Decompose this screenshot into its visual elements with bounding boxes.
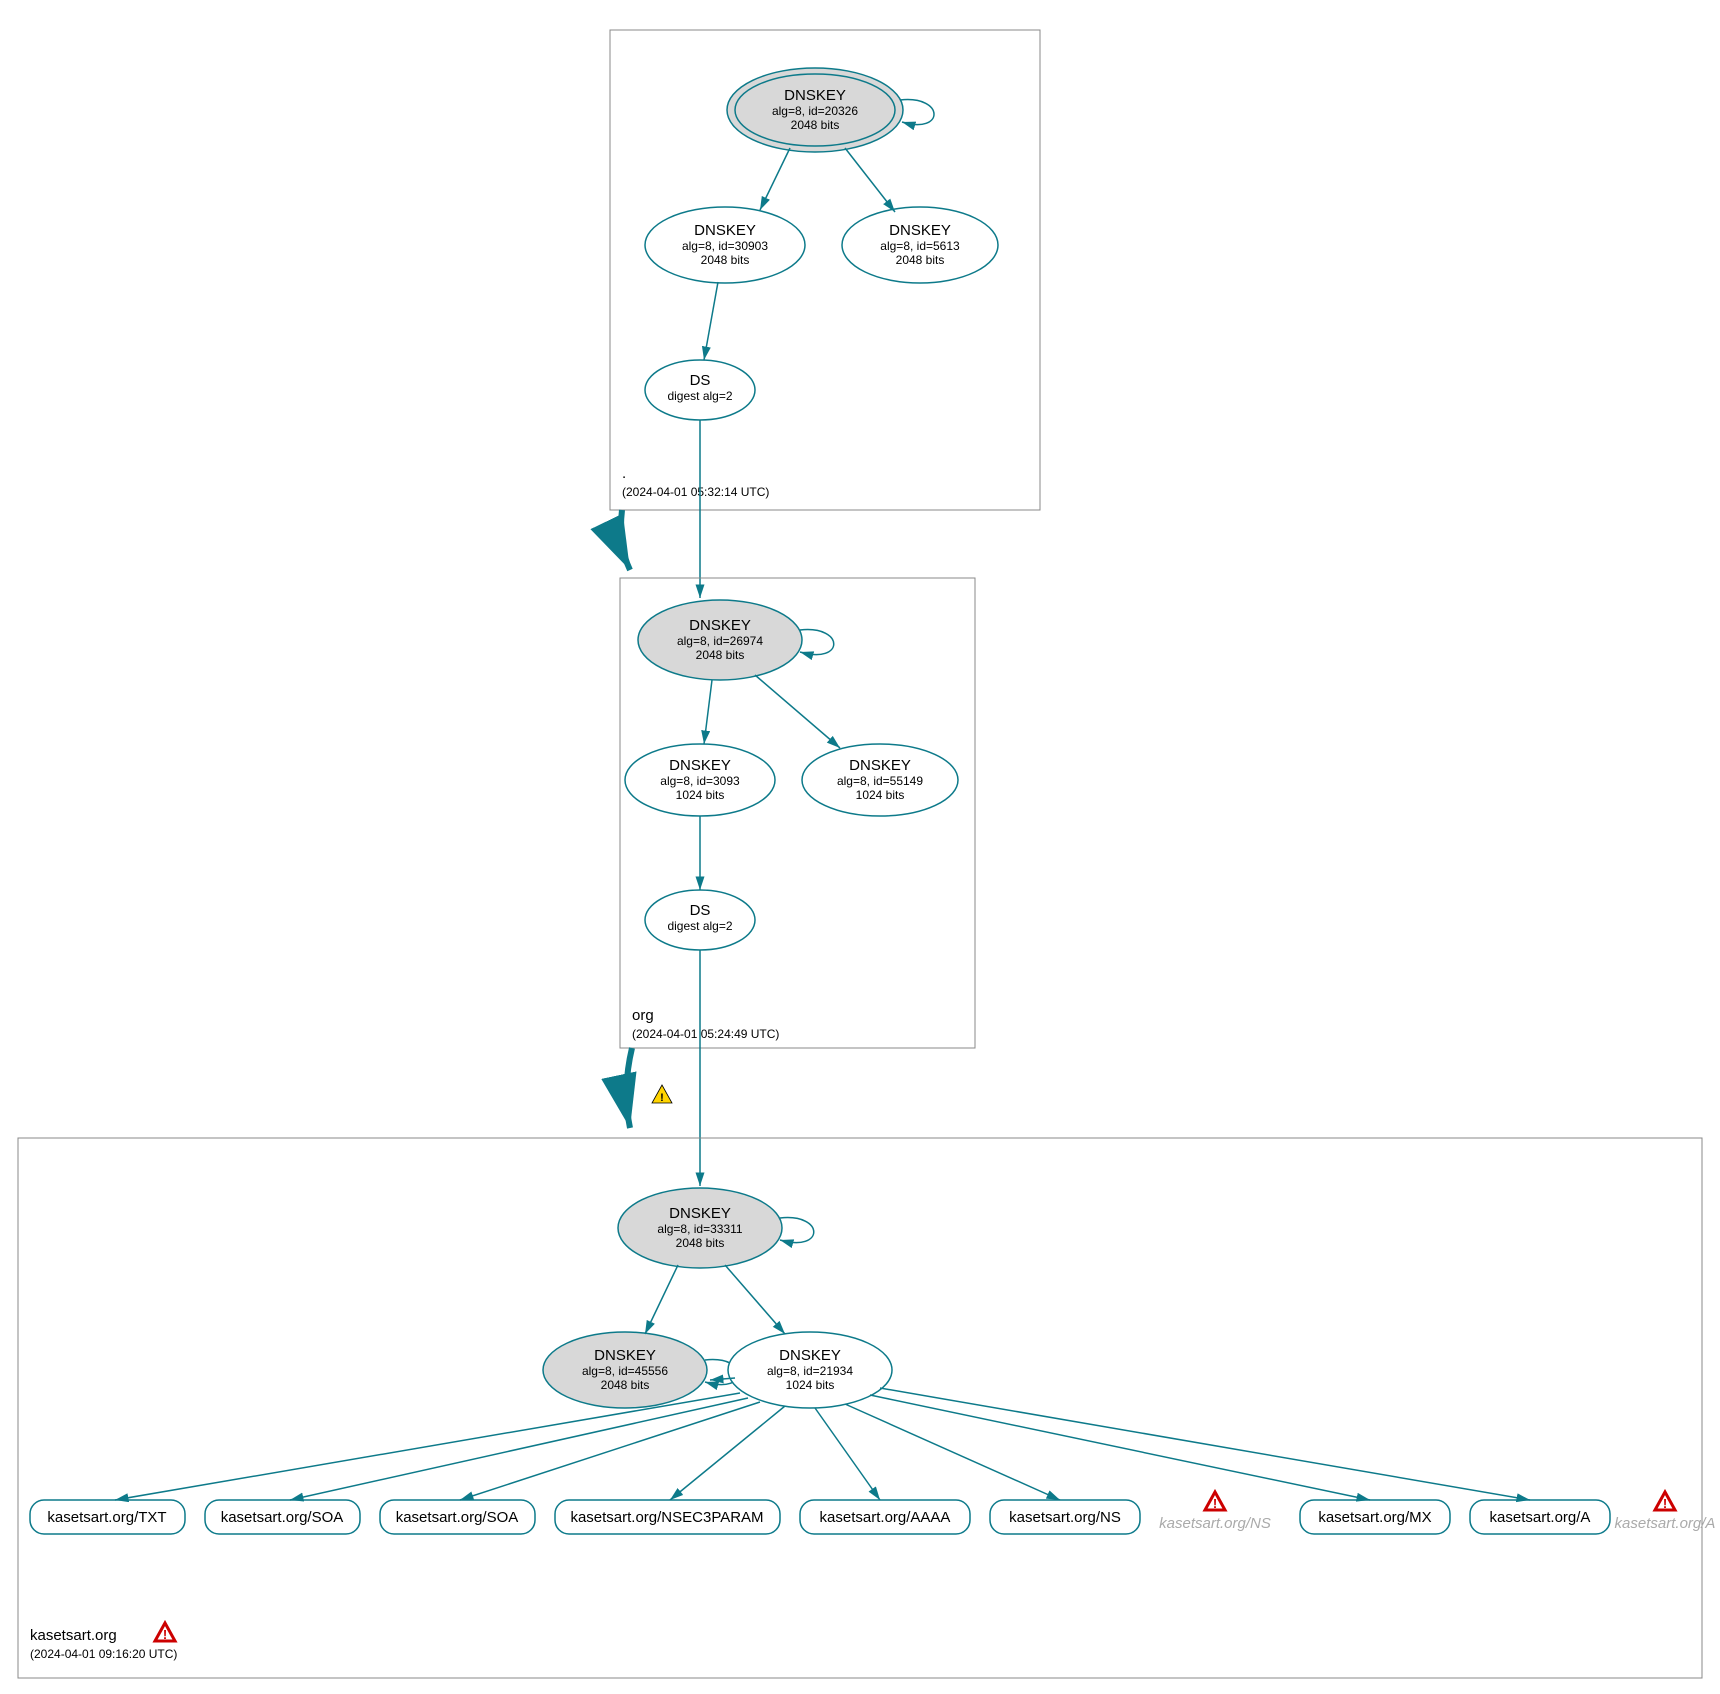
zone-org-ts: (2024-04-01 05:24:49 UTC) (632, 1027, 779, 1041)
rr-ns-faded: kasetsart.org/NS ! (1159, 1492, 1271, 1532)
node-root-zsk2: DNSKEY alg=8, id=5613 2048 bits (842, 207, 998, 283)
svg-text:kasetsart.org/NS: kasetsart.org/NS (1009, 1509, 1121, 1526)
svg-text:alg=8, id=21934: alg=8, id=21934 (767, 1364, 853, 1378)
svg-text:2048 bits: 2048 bits (601, 1378, 650, 1392)
zone-root-label: . (622, 465, 626, 482)
dnssec-graph: . (2024-04-01 05:32:14 UTC) DNSKEY alg=8… (0, 0, 1720, 1694)
svg-text:kasetsart.org/A: kasetsart.org/A (1490, 1509, 1591, 1526)
rr-a: kasetsart.org/A (1470, 1500, 1610, 1534)
rr-ns: kasetsart.org/NS (990, 1500, 1140, 1534)
svg-text:kasetsart.org/AAAA: kasetsart.org/AAAA (820, 1509, 951, 1526)
zone-root-ts: (2024-04-01 05:32:14 UTC) (622, 485, 769, 499)
node-org-ksk: DNSKEY alg=8, id=26974 2048 bits (638, 600, 834, 680)
svg-text:2048 bits: 2048 bits (791, 118, 840, 132)
zone-k-ts: (2024-04-01 09:16:20 UTC) (30, 1647, 177, 1661)
svg-text:1024 bits: 1024 bits (856, 788, 905, 802)
node-org-ds: DS digest alg=2 (645, 890, 755, 950)
delegation-org-k (626, 1048, 632, 1128)
svg-text:kasetsart.org/MX: kasetsart.org/MX (1318, 1509, 1431, 1526)
rrset-row: kasetsart.org/TXT kasetsart.org/SOA kase… (30, 1492, 1715, 1534)
node-root-ds: DS digest alg=2 (645, 360, 755, 420)
svg-text:DNSKEY: DNSKEY (889, 222, 951, 239)
svg-text:alg=8, id=45556: alg=8, id=45556 (582, 1364, 668, 1378)
svg-text:digest alg=2: digest alg=2 (667, 919, 732, 933)
svg-text:alg=8, id=30903: alg=8, id=30903 (682, 239, 768, 253)
node-root-zsk1: DNSKEY alg=8, id=30903 2048 bits (645, 207, 805, 283)
svg-text:DNSKEY: DNSKEY (669, 757, 731, 774)
svg-text:kasetsart.org/SOA: kasetsart.org/SOA (396, 1509, 519, 1526)
svg-text:alg=8, id=55149: alg=8, id=55149 (837, 774, 923, 788)
zone-org: org (2024-04-01 05:24:49 UTC) DNSKEY alg… (620, 578, 975, 1048)
svg-text:DNSKEY: DNSKEY (669, 1205, 731, 1222)
svg-text:kasetsart.org/A: kasetsart.org/A (1615, 1515, 1716, 1532)
svg-text:1024 bits: 1024 bits (786, 1378, 835, 1392)
svg-text:!: ! (660, 1092, 664, 1104)
svg-text:DS: DS (690, 372, 711, 389)
svg-text:2048 bits: 2048 bits (701, 253, 750, 267)
node-root-ksk: DNSKEY alg=8, id=20326 2048 bits (727, 68, 934, 152)
error-icon: ! (1655, 1492, 1675, 1511)
node-k-ksk: DNSKEY alg=8, id=33311 2048 bits (618, 1188, 814, 1268)
zone-org-label: org (632, 1007, 654, 1024)
svg-text:DNSKEY: DNSKEY (689, 617, 751, 634)
node-org-zsk1: DNSKEY alg=8, id=3093 1024 bits (625, 744, 775, 816)
svg-text:DS: DS (690, 902, 711, 919)
rr-soa1: kasetsart.org/SOA (205, 1500, 360, 1534)
svg-text:alg=8, id=3093: alg=8, id=3093 (660, 774, 740, 788)
node-org-zsk2: DNSKEY alg=8, id=55149 1024 bits (802, 744, 958, 816)
svg-text:2048 bits: 2048 bits (676, 1236, 725, 1250)
svg-text:kasetsart.org/TXT: kasetsart.org/TXT (47, 1509, 166, 1526)
svg-text:!: ! (1213, 1496, 1217, 1511)
svg-text:!: ! (1663, 1496, 1667, 1511)
svg-text:DNSKEY: DNSKEY (694, 222, 756, 239)
warning-icon: ! (652, 1085, 672, 1104)
rr-mx: kasetsart.org/MX (1300, 1500, 1450, 1534)
svg-text:DNSKEY: DNSKEY (849, 757, 911, 774)
rr-soa2: kasetsart.org/SOA (380, 1500, 535, 1534)
svg-text:kasetsart.org/NS: kasetsart.org/NS (1159, 1515, 1271, 1532)
svg-text:kasetsart.org/SOA: kasetsart.org/SOA (221, 1509, 344, 1526)
node-k-zsk2: DNSKEY alg=8, id=21934 1024 bits (728, 1332, 892, 1408)
svg-text:alg=8, id=26974: alg=8, id=26974 (677, 634, 763, 648)
zone-kasetsart: kasetsart.org (2024-04-01 09:16:20 UTC) … (18, 1138, 1715, 1678)
zone-root: . (2024-04-01 05:32:14 UTC) DNSKEY alg=8… (610, 30, 1040, 510)
svg-text:2048 bits: 2048 bits (696, 648, 745, 662)
svg-text:1024 bits: 1024 bits (676, 788, 725, 802)
svg-text:DNSKEY: DNSKEY (594, 1347, 656, 1364)
rr-nsec3param: kasetsart.org/NSEC3PARAM (555, 1500, 780, 1534)
svg-text:!: ! (163, 1627, 167, 1642)
svg-text:DNSKEY: DNSKEY (779, 1347, 841, 1364)
svg-text:digest alg=2: digest alg=2 (667, 389, 732, 403)
svg-text:DNSKEY: DNSKEY (784, 87, 846, 104)
zone-k-label: kasetsart.org (30, 1627, 117, 1644)
svg-text:2048 bits: 2048 bits (896, 253, 945, 267)
node-k-zsk1: DNSKEY alg=8, id=45556 2048 bits (543, 1332, 739, 1408)
rr-a-faded: kasetsart.org/A ! (1615, 1492, 1716, 1532)
rr-aaaa: kasetsart.org/AAAA (800, 1500, 970, 1534)
svg-text:alg=8, id=33311: alg=8, id=33311 (657, 1222, 743, 1236)
rr-txt: kasetsart.org/TXT (30, 1500, 185, 1534)
delegation-root-org (621, 510, 630, 570)
svg-text:alg=8, id=20326: alg=8, id=20326 (772, 104, 858, 118)
svg-text:alg=8, id=5613: alg=8, id=5613 (880, 239, 960, 253)
svg-text:kasetsart.org/NSEC3PARAM: kasetsart.org/NSEC3PARAM (570, 1509, 763, 1526)
error-icon: ! (155, 1623, 175, 1642)
error-icon: ! (1205, 1492, 1225, 1511)
